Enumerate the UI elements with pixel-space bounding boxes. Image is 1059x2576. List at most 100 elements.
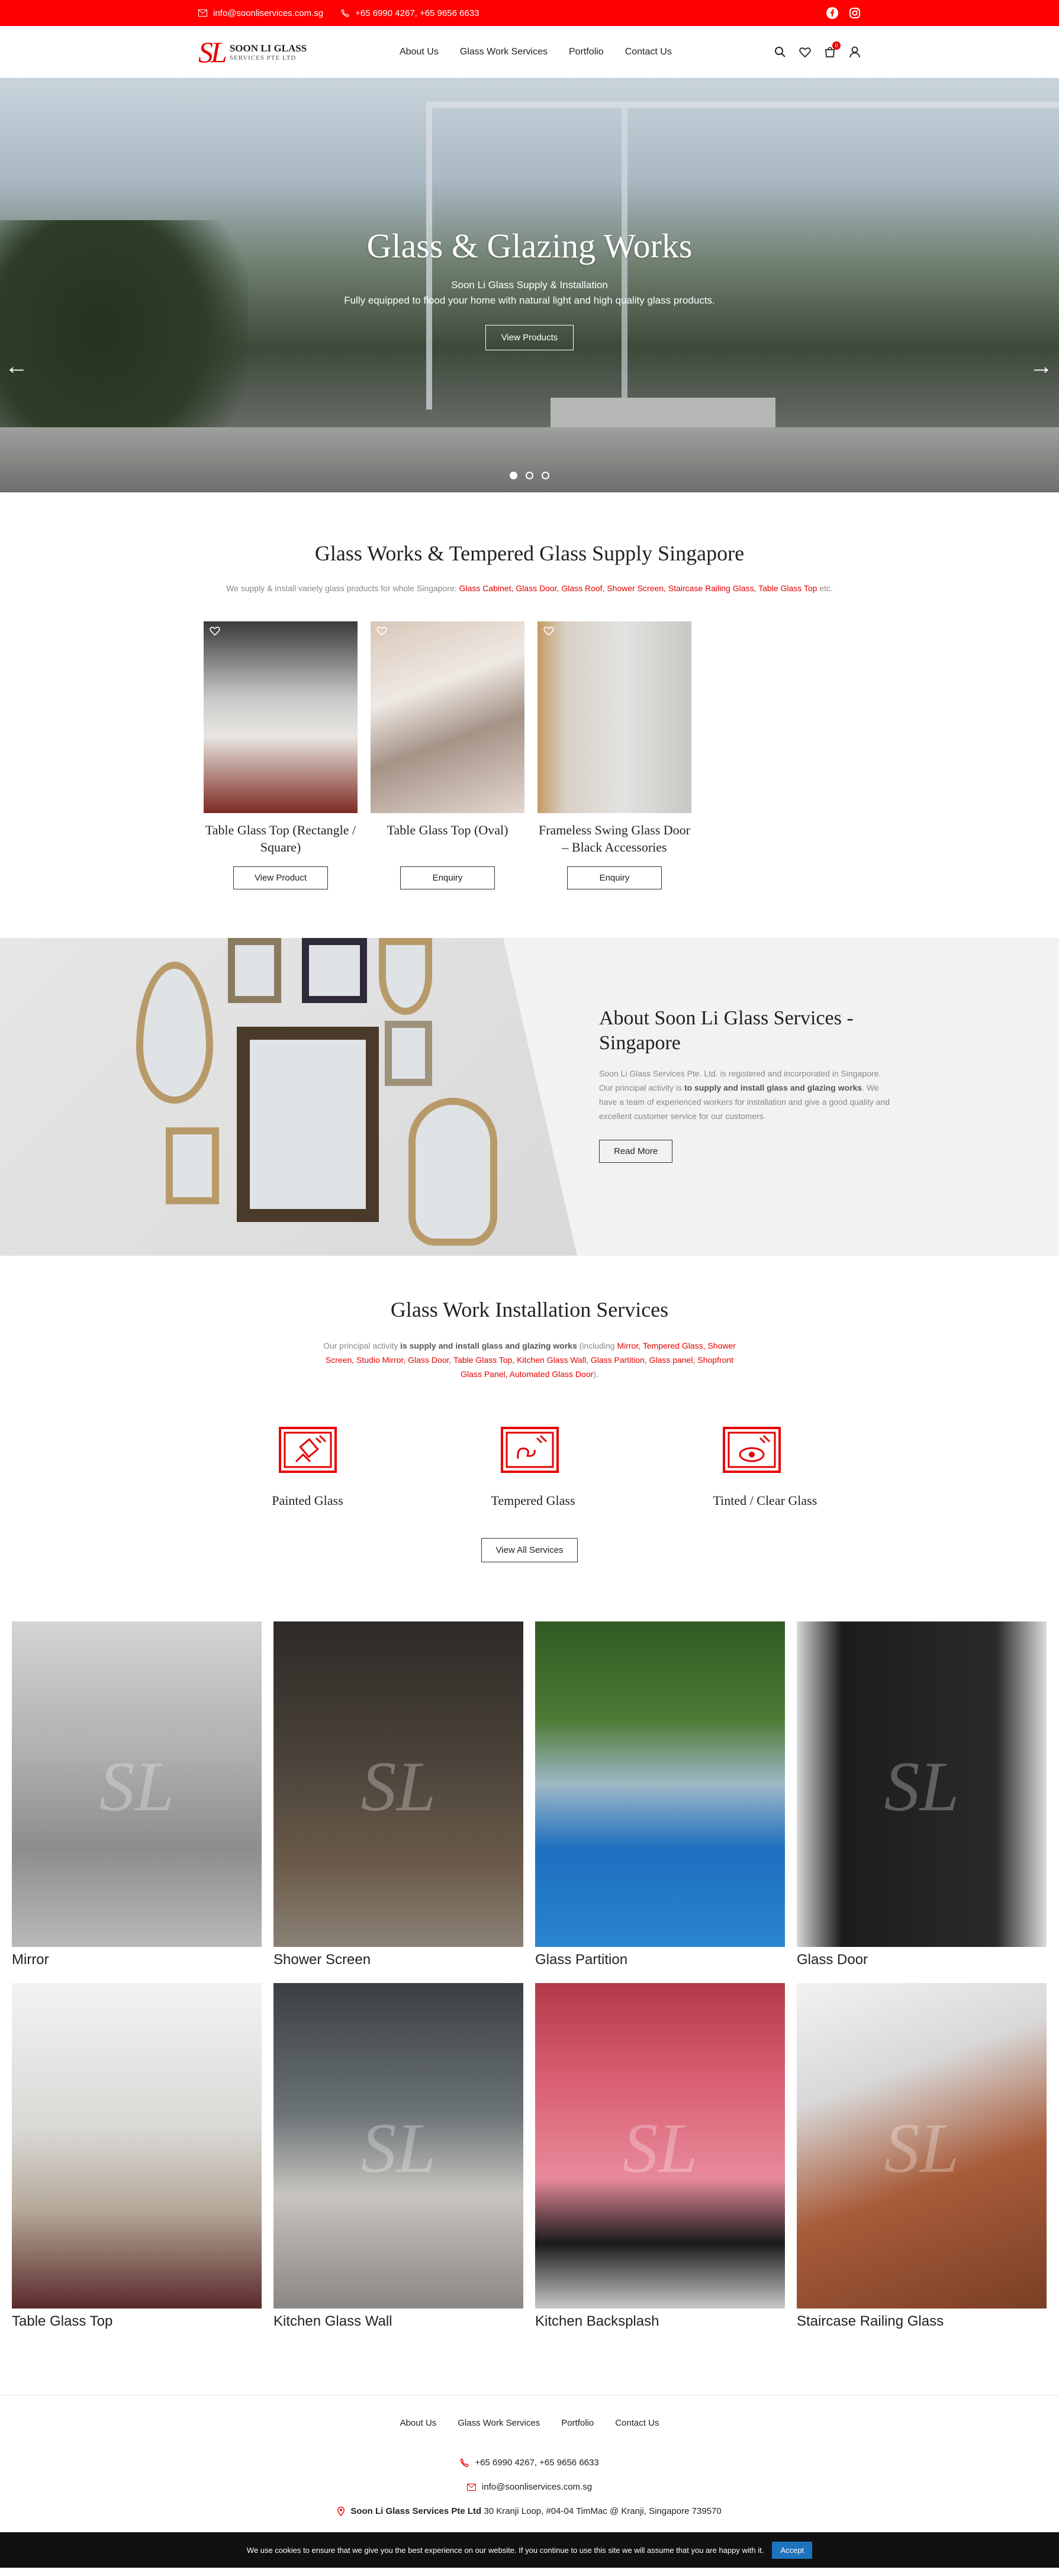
- top-email-text: info@soonliservices.com.sg: [213, 8, 324, 18]
- services-desc-prefix: Our principal activity: [323, 1341, 400, 1350]
- gallery-item[interactable]: SL Staircase Railing Glass: [797, 1983, 1047, 2330]
- gallery-grid: SL Mirror SL Shower Screen Glass Partiti…: [0, 1562, 1059, 2330]
- view-all-services-button[interactable]: View All Services: [481, 1538, 578, 1562]
- slider-dot-2[interactable]: [526, 472, 533, 479]
- supply-section-description: We supply & install variety glass produc…: [0, 583, 1059, 593]
- supply-product-links[interactable]: Glass Cabinet, Glass Door, Glass Roof, S…: [459, 583, 817, 593]
- gallery-image[interactable]: SL: [12, 1621, 262, 1947]
- footer-email[interactable]: info@soonliservices.com.sg: [0, 2482, 1059, 2492]
- slider-dot-1[interactable]: [510, 472, 517, 479]
- footer-nav-portfolio[interactable]: Portfolio: [561, 2418, 594, 2428]
- gallery-item[interactable]: SL Kitchen Glass Wall: [273, 1983, 523, 2330]
- view-products-button[interactable]: View Products: [485, 325, 574, 350]
- gallery-image[interactable]: SL: [273, 1621, 523, 1947]
- product-name[interactable]: Frameless Swing Glass Door – Black Acces…: [537, 821, 691, 856]
- gallery-item[interactable]: SL Glass Door: [797, 1621, 1047, 1968]
- slider-next-arrow-icon[interactable]: →: [1029, 353, 1053, 380]
- gallery-image[interactable]: SL: [797, 1983, 1047, 2309]
- enquiry-button[interactable]: Enquiry: [400, 866, 495, 889]
- gallery-caption[interactable]: Kitchen Backsplash: [535, 2313, 785, 2330]
- gallery-item[interactable]: SL Shower Screen: [273, 1621, 523, 1968]
- service-item[interactable]: Painted Glass: [269, 1426, 346, 1508]
- gallery-caption[interactable]: Staircase Railing Glass: [797, 2313, 1047, 2330]
- product-card: Table Glass Top (Oval) Enquiry: [371, 621, 524, 889]
- slider-dot-3[interactable]: [542, 472, 549, 479]
- product-image[interactable]: [537, 621, 691, 813]
- service-item[interactable]: Tempered Glass: [491, 1426, 575, 1508]
- product-image[interactable]: [204, 621, 358, 813]
- hero-floor-image: [0, 427, 1059, 492]
- read-more-button[interactable]: Read More: [599, 1140, 673, 1163]
- product-list: Table Glass Top (Rectangle / Square) Vie…: [204, 621, 1059, 889]
- service-icons-row: Painted Glass Tempered Glass Tinted / Cl…: [0, 1426, 1059, 1508]
- wishlist-heart-icon[interactable]: [799, 47, 811, 57]
- watermark-logo: SL: [884, 2108, 960, 2187]
- footer-phone[interactable]: +65 6990 4267, +65 9656 6633: [0, 2458, 1059, 2468]
- hero-subtitle: Soon Li Glass Supply & Installation: [451, 279, 608, 291]
- social-links: [826, 7, 861, 19]
- top-phone[interactable]: +65 6990 4267, +65 9656 6633: [341, 8, 479, 18]
- footer-email-text: info@soonliservices.com.sg: [481, 2482, 593, 2492]
- header-icons: 0: [774, 41, 861, 58]
- footer-phone-text: +65 6990 4267, +65 9656 6633: [475, 2458, 599, 2468]
- mirror-decor: [379, 938, 432, 1015]
- about-title: About Soon Li Glass Services - Singapore: [599, 1007, 854, 1054]
- product-image[interactable]: [371, 621, 524, 813]
- logo-line-2: SERVICES PTE LTD: [229, 54, 297, 62]
- mirror-decor: [136, 962, 213, 1104]
- services-desc-suffix: ).: [593, 1369, 598, 1379]
- view-product-button[interactable]: View Product: [233, 866, 328, 889]
- heart-icon[interactable]: [210, 626, 220, 639]
- product-name[interactable]: Table Glass Top (Oval): [371, 821, 524, 856]
- gallery-image[interactable]: SL: [797, 1621, 1047, 1947]
- footer-nav-about-us[interactable]: About Us: [400, 2418, 437, 2428]
- painted-glass-icon: [278, 1426, 337, 1474]
- watermark-logo: SL: [360, 2108, 436, 2187]
- gallery-caption[interactable]: Kitchen Glass Wall: [273, 2313, 523, 2330]
- gallery-image[interactable]: [12, 1983, 262, 2309]
- services-section: Glass Work Installation Services Our pri…: [0, 1256, 1059, 1562]
- gallery-image[interactable]: SL: [273, 1983, 523, 2309]
- about-section: About Soon Li Glass Services - Singapore…: [0, 938, 1059, 1256]
- tinted-glass-icon: [722, 1426, 781, 1474]
- supply-section-title: Glass Works & Tempered Glass Supply Sing…: [314, 541, 745, 565]
- footer-nav-glass-work-services[interactable]: Glass Work Services: [458, 2418, 540, 2428]
- accept-cookies-button[interactable]: Accept: [772, 2541, 813, 2559]
- cart-icon[interactable]: 0: [824, 41, 841, 58]
- nav-contact-us[interactable]: Contact Us: [625, 47, 672, 57]
- gallery-item[interactable]: Glass Partition: [535, 1621, 785, 1968]
- nav-glass-work-services[interactable]: Glass Work Services: [460, 47, 548, 57]
- gallery-caption[interactable]: Glass Door: [797, 1952, 1047, 1968]
- glass-supply-section: Glass Works & Tempered Glass Supply Sing…: [0, 492, 1059, 889]
- phone-icon: [460, 2458, 469, 2467]
- facebook-icon[interactable]: [826, 7, 838, 19]
- gallery-caption[interactable]: Shower Screen: [273, 1952, 523, 1968]
- nav-about-us[interactable]: About Us: [400, 47, 439, 57]
- product-name[interactable]: Table Glass Top (Rectangle / Square): [204, 821, 358, 856]
- top-email[interactable]: info@soonliservices.com.sg: [198, 8, 323, 18]
- watermark-logo: SL: [360, 1747, 436, 1826]
- services-desc-bold: is supply and install glass and glazing …: [400, 1341, 577, 1350]
- gallery-item[interactable]: Table Glass Top: [12, 1983, 262, 2330]
- gallery-caption[interactable]: Glass Partition: [535, 1952, 785, 1968]
- heart-icon[interactable]: [543, 626, 554, 639]
- service-item[interactable]: Tinted / Clear Glass: [713, 1426, 817, 1508]
- account-user-icon[interactable]: [849, 46, 861, 58]
- supply-desc-prefix: We supply & install variety glass produc…: [226, 583, 459, 593]
- gallery-item[interactable]: SL Kitchen Backsplash: [535, 1983, 785, 2330]
- search-icon[interactable]: [774, 46, 786, 58]
- heart-icon[interactable]: [376, 626, 387, 639]
- site-logo[interactable]: SL SOON LI GLASS SERVICES PTE LTD: [198, 37, 400, 67]
- slider-prev-arrow-icon[interactable]: ←: [5, 353, 28, 380]
- enquiry-button[interactable]: Enquiry: [567, 866, 662, 889]
- phone-icon: [341, 9, 349, 17]
- gallery-caption[interactable]: Table Glass Top: [12, 2313, 262, 2330]
- gallery-item[interactable]: SL Mirror: [12, 1621, 262, 1968]
- footer-nav-contact-us[interactable]: Contact Us: [615, 2418, 659, 2428]
- gallery-image[interactable]: SL: [535, 1983, 785, 2309]
- instagram-icon[interactable]: [849, 7, 861, 19]
- gallery-image[interactable]: [535, 1621, 785, 1947]
- nav-portfolio[interactable]: Portfolio: [569, 47, 604, 57]
- gallery-caption[interactable]: Mirror: [12, 1952, 262, 1968]
- top-bar: info@soonliservices.com.sg +65 6990 4267…: [0, 0, 1059, 26]
